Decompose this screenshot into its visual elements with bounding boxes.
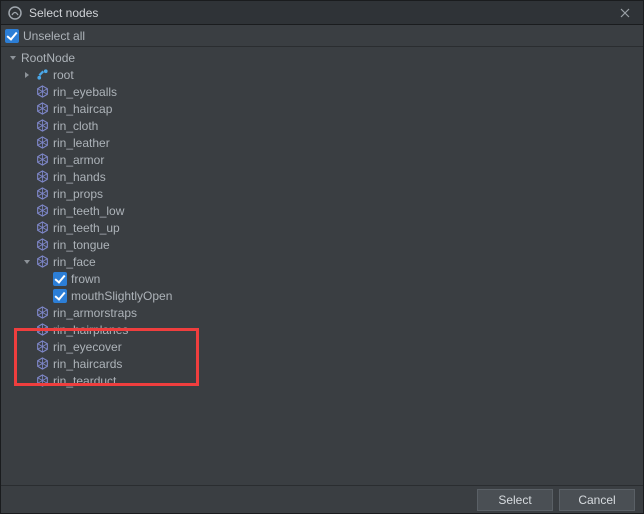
toggle-spacer bbox=[21, 375, 33, 387]
tree-child-row[interactable]: frown bbox=[1, 270, 643, 287]
geometry-icon bbox=[35, 136, 49, 150]
unselect-all-checkbox[interactable] bbox=[5, 29, 19, 43]
tree-node-label: rin_leather bbox=[53, 136, 110, 150]
chevron-down-icon[interactable] bbox=[21, 256, 33, 268]
geometry-icon bbox=[35, 119, 49, 133]
toggle-spacer bbox=[21, 171, 33, 183]
tree-node-row[interactable]: rin_teeth_up bbox=[1, 219, 643, 236]
toggle-spacer bbox=[21, 137, 33, 149]
tree-node-label: rin_armorstraps bbox=[53, 306, 137, 320]
tree-node-row[interactable]: rin_eyeballs bbox=[1, 83, 643, 100]
footer: Select Cancel bbox=[1, 485, 643, 513]
toggle-spacer bbox=[21, 86, 33, 98]
geometry-icon bbox=[35, 85, 49, 99]
geometry-icon bbox=[35, 221, 49, 235]
geometry-icon bbox=[35, 323, 49, 337]
tree-node-label: rin_hands bbox=[53, 170, 106, 184]
tree-node-label: rin_teeth_up bbox=[53, 221, 120, 235]
tree-node-label: rin_haircards bbox=[53, 357, 122, 371]
tree-node-row[interactable]: rin_leather bbox=[1, 134, 643, 151]
node-tree[interactable]: RootNode root rin_eyeballs rin_haircap rin_c… bbox=[1, 47, 643, 485]
tree-node-row[interactable]: rin_tearduct bbox=[1, 372, 643, 389]
toggle-spacer bbox=[21, 307, 33, 319]
bone-icon bbox=[35, 68, 49, 82]
tree-node-label: rin_props bbox=[53, 187, 103, 201]
toggle-spacer bbox=[21, 239, 33, 251]
toggle-spacer bbox=[21, 103, 33, 115]
toggle-spacer bbox=[21, 341, 33, 353]
tree-node-row[interactable]: rin_tongue bbox=[1, 236, 643, 253]
window-title: Select nodes bbox=[29, 6, 613, 20]
tree-node-label: rin_hairplanes bbox=[53, 323, 128, 337]
tree-node-row[interactable]: root bbox=[1, 66, 643, 83]
cancel-button[interactable]: Cancel bbox=[559, 489, 635, 511]
tree-node-row[interactable]: rin_cloth bbox=[1, 117, 643, 134]
tree-node-row[interactable]: rin_armor bbox=[1, 151, 643, 168]
tree-node-label: rin_armor bbox=[53, 153, 104, 167]
close-icon bbox=[620, 8, 630, 18]
tree-node-row[interactable]: rin_hairplanes bbox=[1, 321, 643, 338]
tree-node-row[interactable]: rin_eyecover bbox=[1, 338, 643, 355]
geometry-icon bbox=[35, 102, 49, 116]
tree-child-label: frown bbox=[71, 272, 100, 286]
morph-checkbox[interactable] bbox=[53, 272, 67, 286]
toggle-spacer bbox=[21, 205, 33, 217]
toggle-spacer bbox=[21, 324, 33, 336]
select-button[interactable]: Select bbox=[477, 489, 553, 511]
geometry-icon bbox=[35, 204, 49, 218]
tree-node-row[interactable]: rin_teeth_low bbox=[1, 202, 643, 219]
tree-node-label: rin_face bbox=[53, 255, 96, 269]
tree-node-label: rin_eyecover bbox=[53, 340, 122, 354]
tree-node-row[interactable]: rin_props bbox=[1, 185, 643, 202]
tree-node-row[interactable]: rin_haircap bbox=[1, 100, 643, 117]
tree-node-label: rin_cloth bbox=[53, 119, 98, 133]
tree-node-row[interactable]: rin_face bbox=[1, 253, 643, 270]
close-button[interactable] bbox=[613, 4, 637, 22]
tree-node-row[interactable]: rin_hands bbox=[1, 168, 643, 185]
geometry-icon bbox=[35, 340, 49, 354]
geometry-icon bbox=[35, 357, 49, 371]
tree-root-label: RootNode bbox=[21, 51, 75, 65]
geometry-icon bbox=[35, 255, 49, 269]
tree-node-row[interactable]: rin_armorstraps bbox=[1, 304, 643, 321]
geometry-icon bbox=[35, 238, 49, 252]
toggle-spacer bbox=[21, 188, 33, 200]
chevron-right-icon[interactable] bbox=[21, 69, 33, 81]
toggle-spacer bbox=[21, 120, 33, 132]
tree-node-row[interactable]: rin_haircards bbox=[1, 355, 643, 372]
tree-root-row[interactable]: RootNode bbox=[1, 49, 643, 66]
geometry-icon bbox=[35, 187, 49, 201]
tree-node-label: rin_eyeballs bbox=[53, 85, 117, 99]
geometry-icon bbox=[35, 153, 49, 167]
chevron-down-icon[interactable] bbox=[7, 52, 19, 64]
geometry-icon bbox=[35, 170, 49, 184]
toggle-spacer bbox=[21, 154, 33, 166]
unselect-all-label: Unselect all bbox=[23, 29, 85, 43]
toggle-spacer bbox=[21, 358, 33, 370]
tree-node-label: root bbox=[53, 68, 74, 82]
geometry-icon bbox=[35, 306, 49, 320]
app-icon bbox=[7, 5, 23, 21]
tree-node-label: rin_haircap bbox=[53, 102, 112, 116]
tree-node-label: rin_teeth_low bbox=[53, 204, 124, 218]
tree-node-label: rin_tearduct bbox=[53, 374, 116, 388]
tree-child-row[interactable]: mouthSlightlyOpen bbox=[1, 287, 643, 304]
tree-node-label: rin_tongue bbox=[53, 238, 110, 252]
unselect-all-row[interactable]: Unselect all bbox=[1, 25, 643, 47]
toggle-spacer bbox=[21, 222, 33, 234]
titlebar: Select nodes bbox=[1, 1, 643, 25]
morph-checkbox[interactable] bbox=[53, 289, 67, 303]
geometry-icon bbox=[35, 374, 49, 388]
tree-child-label: mouthSlightlyOpen bbox=[71, 289, 172, 303]
